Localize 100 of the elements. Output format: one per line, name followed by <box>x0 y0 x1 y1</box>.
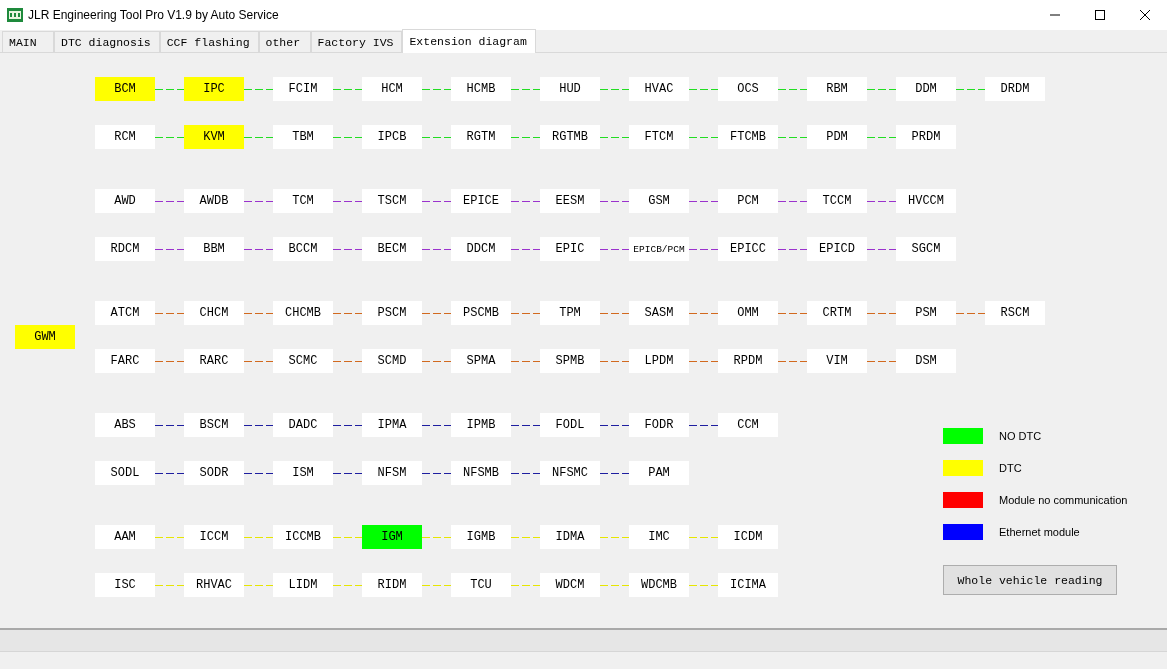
module-node[interactable]: DDCM <box>451 237 511 261</box>
module-node[interactable]: DSM <box>896 349 956 373</box>
module-node[interactable]: TCU <box>451 573 511 597</box>
module-node[interactable]: GSM <box>629 189 689 213</box>
module-node[interactable]: PDM <box>807 125 867 149</box>
module-node[interactable]: RARC <box>184 349 244 373</box>
module-node[interactable]: ABS <box>95 413 155 437</box>
module-node[interactable]: BECM <box>362 237 422 261</box>
tab[interactable]: Extension diagram <box>402 29 536 53</box>
module-node[interactable]: IGM <box>362 525 422 549</box>
module-node[interactable]: IPC <box>184 77 244 101</box>
module-node[interactable]: SCMC <box>273 349 333 373</box>
module-node[interactable]: WDCMB <box>629 573 689 597</box>
module-node[interactable]: RSCM <box>985 301 1045 325</box>
module-node[interactable]: ICIMA <box>718 573 778 597</box>
module-node[interactable]: SASM <box>629 301 689 325</box>
module-node[interactable]: PSCM <box>362 301 422 325</box>
module-node[interactable]: IGMB <box>451 525 511 549</box>
module-node[interactable]: BCCM <box>273 237 333 261</box>
module-node[interactable]: SPMA <box>451 349 511 373</box>
module-node[interactable]: FTCMB <box>718 125 778 149</box>
module-node[interactable]: EPIC <box>540 237 600 261</box>
module-node[interactable]: HVCCM <box>896 189 956 213</box>
module-node[interactable]: DDM <box>896 77 956 101</box>
module-node[interactable]: SGCM <box>896 237 956 261</box>
module-node[interactable]: FCIM <box>273 77 333 101</box>
module-node[interactable]: FARC <box>95 349 155 373</box>
module-node[interactable]: OCS <box>718 77 778 101</box>
module-node[interactable]: EPICC <box>718 237 778 261</box>
tab[interactable]: CCF flashing <box>159 31 259 52</box>
module-node[interactable]: AAM <box>95 525 155 549</box>
module-node[interactable]: AWDB <box>184 189 244 213</box>
module-node[interactable]: EESM <box>540 189 600 213</box>
module-node[interactable]: HCMB <box>451 77 511 101</box>
module-node[interactable]: NFSMC <box>540 461 600 485</box>
module-node[interactable]: AWD <box>95 189 155 213</box>
module-node[interactable]: ICCM <box>184 525 244 549</box>
module-node[interactable]: PCM <box>718 189 778 213</box>
module-node[interactable]: RBM <box>807 77 867 101</box>
module-node[interactable]: RGTM <box>451 125 511 149</box>
module-node[interactable]: LIDM <box>273 573 333 597</box>
module-node[interactable]: TSCM <box>362 189 422 213</box>
module-node[interactable]: TCCM <box>807 189 867 213</box>
module-node[interactable]: TCM <box>273 189 333 213</box>
module-node[interactable]: CHCMB <box>273 301 333 325</box>
module-node[interactable]: WDCM <box>540 573 600 597</box>
module-node[interactable]: ATCM <box>95 301 155 325</box>
module-node[interactable]: IPMB <box>451 413 511 437</box>
module-node[interactable]: RDCM <box>95 237 155 261</box>
module-node[interactable]: SCMD <box>362 349 422 373</box>
module-node[interactable]: EPICE <box>451 189 511 213</box>
module-node[interactable]: IDMA <box>540 525 600 549</box>
module-node[interactable]: RIDM <box>362 573 422 597</box>
module-node[interactable]: SPMB <box>540 349 600 373</box>
module-node[interactable]: PSM <box>896 301 956 325</box>
whole-vehicle-reading-button[interactable]: Whole vehicle reading <box>943 565 1117 595</box>
module-node[interactable]: NFSMB <box>451 461 511 485</box>
module-node[interactable]: ICCMB <box>273 525 333 549</box>
module-node[interactable]: CCM <box>718 413 778 437</box>
module-node[interactable]: RGTMB <box>540 125 600 149</box>
module-node[interactable]: SODR <box>184 461 244 485</box>
module-node[interactable]: FTCM <box>629 125 689 149</box>
module-node[interactable]: CHCM <box>184 301 244 325</box>
module-node[interactable]: LPDM <box>629 349 689 373</box>
module-node[interactable]: PRDM <box>896 125 956 149</box>
module-node[interactable]: RHVAC <box>184 573 244 597</box>
module-node[interactable]: EPICB/PCM <box>629 237 689 261</box>
module-node[interactable]: FODR <box>629 413 689 437</box>
module-node[interactable]: VIM <box>807 349 867 373</box>
tab[interactable]: MAIN <box>2 31 54 52</box>
module-node[interactable]: DADC <box>273 413 333 437</box>
module-node[interactable]: IMC <box>629 525 689 549</box>
module-node[interactable]: ISC <box>95 573 155 597</box>
module-node[interactable]: TPM <box>540 301 600 325</box>
module-node[interactable]: PSCMB <box>451 301 511 325</box>
module-node[interactable]: SODL <box>95 461 155 485</box>
module-node[interactable]: BCM <box>95 77 155 101</box>
module-node[interactable]: TBM <box>273 125 333 149</box>
module-node[interactable]: RCM <box>95 125 155 149</box>
module-node[interactable]: ICDM <box>718 525 778 549</box>
module-node[interactable]: IPCB <box>362 125 422 149</box>
module-node[interactable]: IPMA <box>362 413 422 437</box>
module-node[interactable]: HCM <box>362 77 422 101</box>
module-node[interactable]: BBM <box>184 237 244 261</box>
module-node[interactable]: HUD <box>540 77 600 101</box>
module-node[interactable]: PAM <box>629 461 689 485</box>
tab[interactable]: Factory IVS <box>310 31 403 52</box>
module-node[interactable]: HVAC <box>629 77 689 101</box>
module-node[interactable]: NFSM <box>362 461 422 485</box>
module-node[interactable]: GWM <box>15 325 75 349</box>
module-node[interactable]: KVM <box>184 125 244 149</box>
module-node[interactable]: BSCM <box>184 413 244 437</box>
tab[interactable]: DTC diagnosis <box>54 31 160 52</box>
module-node[interactable]: DRDM <box>985 77 1045 101</box>
module-node[interactable]: OMM <box>718 301 778 325</box>
module-node[interactable]: RPDM <box>718 349 778 373</box>
tab[interactable]: other <box>258 31 311 52</box>
module-node[interactable]: FODL <box>540 413 600 437</box>
module-node[interactable]: ISM <box>273 461 333 485</box>
module-node[interactable]: CRTM <box>807 301 867 325</box>
